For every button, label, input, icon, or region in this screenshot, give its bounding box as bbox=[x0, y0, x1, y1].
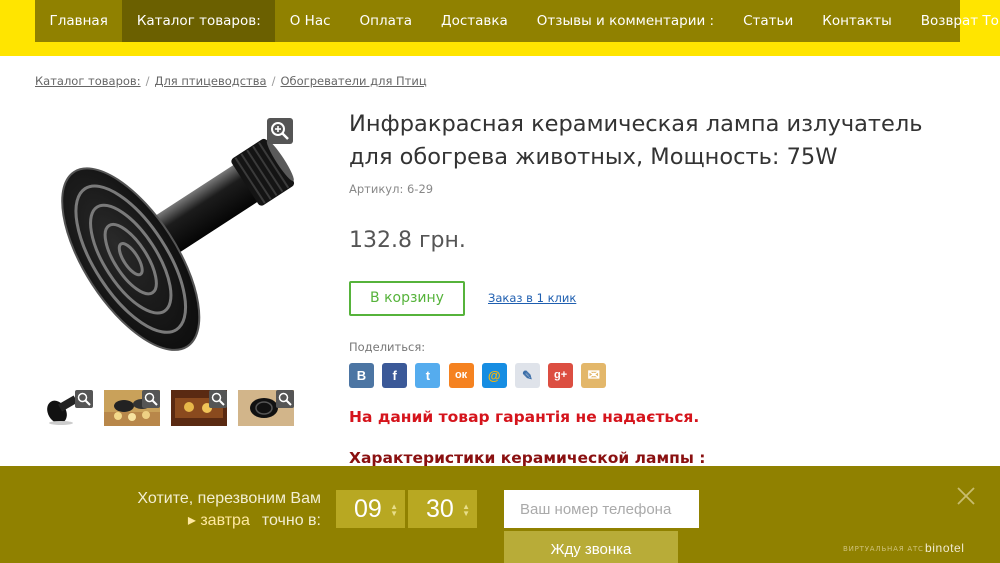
nav-articles[interactable]: Статьи bbox=[729, 0, 808, 42]
callback-widget: Хотите, перезвоним Вам ▸ завтра точно в: … bbox=[0, 466, 1000, 563]
product-sku: Артикул: 6-29 bbox=[349, 182, 434, 196]
callback-time-label: точно в: bbox=[261, 512, 321, 529]
hour-select[interactable]: 09 ▲ ▼ bbox=[336, 490, 405, 528]
product-main-image[interactable] bbox=[40, 108, 302, 358]
vendor-caption: ВИРТУАЛЬНАЯ АТС bbox=[843, 545, 924, 553]
nav-returns[interactable]: Возврат Товара bbox=[906, 0, 1000, 42]
close-icon[interactable] bbox=[955, 485, 977, 507]
nav-contacts[interactable]: Контакты bbox=[808, 0, 906, 42]
thumbnail-zoom-button[interactable] bbox=[209, 390, 227, 408]
callback-time-line: ▸ завтра точно в: bbox=[188, 510, 321, 530]
thumbnail-1[interactable] bbox=[37, 390, 93, 426]
share-email-icon[interactable]: ✉ bbox=[581, 363, 607, 388]
lamp-image bbox=[61, 138, 295, 351]
nav-home[interactable]: Главная bbox=[35, 0, 122, 42]
characteristics-heading: Характеристики керамической лампы : bbox=[349, 449, 706, 467]
thumbnail-3[interactable] bbox=[171, 390, 227, 426]
hour-arrows-icon: ▲ ▼ bbox=[390, 502, 398, 518]
thumbnail-zoom-button[interactable] bbox=[276, 390, 294, 408]
nav-about[interactable]: О Нас bbox=[275, 0, 345, 42]
magnifier-icon bbox=[211, 392, 225, 406]
nav-delivery[interactable]: Доставка bbox=[427, 0, 523, 42]
one-click-order-link[interactable]: Заказ в 1 клик bbox=[488, 291, 576, 305]
share-mailru-icon[interactable]: @ bbox=[481, 363, 507, 388]
thumbnail-4[interactable] bbox=[238, 390, 294, 426]
minute-select[interactable]: 30 ▲ ▼ bbox=[408, 490, 477, 528]
main-nav: Главная Каталог товаров: О Нас Оплата До… bbox=[35, 0, 1000, 42]
share-odnoklassniki-icon[interactable]: ок bbox=[448, 363, 474, 388]
share-googleplus-icon[interactable]: g+ bbox=[548, 363, 574, 388]
thumbnail-2[interactable] bbox=[104, 390, 160, 426]
share-facebook-icon[interactable]: f bbox=[382, 363, 408, 388]
thumbnail-zoom-button[interactable] bbox=[75, 390, 93, 408]
breadcrumb-separator: / bbox=[271, 74, 276, 88]
breadcrumb-separator: / bbox=[145, 74, 150, 88]
zoom-button[interactable] bbox=[267, 118, 293, 144]
magnifier-icon bbox=[278, 392, 292, 406]
share-twitter-icon[interactable]: t bbox=[415, 363, 441, 388]
callback-day-select[interactable]: ▸ завтра bbox=[188, 512, 250, 529]
nav-payment[interactable]: Оплата bbox=[345, 0, 427, 42]
thumbnail-zoom-button[interactable] bbox=[142, 390, 160, 408]
nav-reviews[interactable]: Отзывы и комментарии : bbox=[522, 0, 728, 42]
breadcrumb: Каталог товаров: / Для птицеводства / Обогре… bbox=[35, 74, 427, 88]
share-livejournal-icon[interactable]: ✎ bbox=[514, 363, 540, 388]
callback-day: завтра bbox=[200, 512, 250, 529]
breadcrumb-heaters[interactable]: Обогреватели для Птиц bbox=[280, 74, 426, 88]
minute-value: 30 bbox=[426, 495, 454, 523]
breadcrumb-poultry[interactable]: Для птицеводства bbox=[154, 74, 266, 88]
request-call-button[interactable]: Жду звонка bbox=[504, 531, 678, 563]
phone-input[interactable] bbox=[504, 490, 699, 528]
share-label: Поделиться: bbox=[349, 340, 426, 354]
vendor-logo[interactable]: binotel bbox=[925, 541, 965, 555]
callback-prompt: Хотите, перезвоним Вам bbox=[137, 490, 321, 507]
magnifier-icon bbox=[77, 392, 91, 406]
hour-value: 09 bbox=[354, 495, 382, 523]
minute-arrows-icon: ▲ ▼ bbox=[462, 502, 470, 518]
warranty-note: На даний товар гарантія не надається. bbox=[349, 408, 700, 426]
magnifier-icon bbox=[144, 392, 158, 406]
share-vk-icon[interactable]: В bbox=[349, 363, 374, 388]
product-title: Инфракрасная керамическая лампа излучате… bbox=[349, 111, 923, 170]
share-buttons: В f t ок @ ✎ g+ ✉ bbox=[349, 363, 615, 388]
magnifier-icon bbox=[271, 122, 289, 140]
add-to-cart-button[interactable]: В корзину bbox=[349, 281, 465, 316]
product-price: 132.8 грн. bbox=[349, 228, 466, 253]
breadcrumb-catalog[interactable]: Каталог товаров: bbox=[35, 74, 141, 88]
nav-catalog[interactable]: Каталог товаров: bbox=[122, 0, 276, 42]
